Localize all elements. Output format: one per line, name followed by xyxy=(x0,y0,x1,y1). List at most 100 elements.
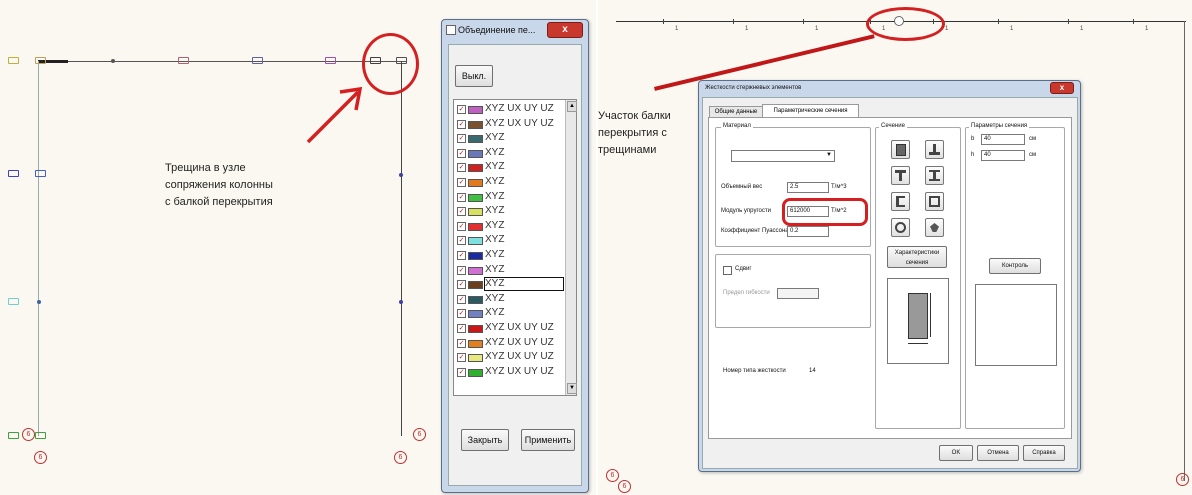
beam-tick-label: 1 xyxy=(945,26,949,32)
row-label: XYZ xyxy=(485,176,505,187)
control-button[interactable]: Контроль xyxy=(989,258,1041,274)
red-arrow xyxy=(306,86,363,144)
shear-checkbox[interactable] xyxy=(723,266,732,275)
node-number: 6 xyxy=(606,469,619,482)
reduction-input[interactable] xyxy=(777,288,819,299)
list-scrollbar[interactable]: ▲ ▼ xyxy=(565,100,577,395)
color-swatch xyxy=(468,193,483,202)
exit-button[interactable]: Выкл. xyxy=(455,65,493,87)
row-label: XYZ xyxy=(485,249,505,260)
color-swatch xyxy=(468,120,483,129)
close-icon[interactable]: x xyxy=(1050,82,1074,94)
column-dot xyxy=(37,300,41,304)
rectangle-section-icon[interactable] xyxy=(891,140,910,159)
color-swatch xyxy=(468,237,483,246)
b-input[interactable]: 40 xyxy=(981,134,1025,145)
characteristics-button[interactable]: Характеристики сечения xyxy=(887,246,947,268)
constraint-list[interactable]: ✓ XYZ UX UY UZ ✓ XYZ UX UY UZ ✓ XYZ ✓ XYZ ✓ XYZ ✓ X… xyxy=(453,99,577,396)
row-checkbox[interactable]: ✓ xyxy=(457,324,466,333)
annotation-line: трещинами xyxy=(598,144,657,156)
color-swatch xyxy=(468,368,483,377)
stiffness-number-value: 14 xyxy=(809,368,816,374)
beam-dot xyxy=(111,59,115,63)
right-column-line xyxy=(401,61,402,436)
beam-annotation: Участок балки перекрытия с трещинами xyxy=(598,108,671,159)
weight-input[interactable]: 2.5 xyxy=(787,182,829,193)
row-checkbox[interactable]: ✓ xyxy=(457,309,466,319)
scroll-up-icon[interactable]: ▲ xyxy=(567,101,577,112)
scroll-down-icon[interactable]: ▼ xyxy=(567,383,577,394)
ring-section-icon[interactable] xyxy=(891,218,910,237)
row-label: XYZ xyxy=(485,234,505,246)
color-swatch xyxy=(468,325,483,333)
support-marker xyxy=(8,432,19,439)
annotation-line: Участок балки xyxy=(598,110,671,122)
tee-inverted-section-icon[interactable] xyxy=(925,140,944,159)
color-swatch xyxy=(468,208,483,217)
left-model-view[interactable]: 6 6 6 6 Трещина в узле сопряжения колонн… xyxy=(0,0,596,495)
node-marker xyxy=(178,57,189,64)
material-select[interactable]: ▼ xyxy=(731,150,835,162)
beam-line xyxy=(38,61,406,62)
right-model-view[interactable]: 11111111 Участок балки перекрытия с трещ… xyxy=(598,0,1192,495)
help-button[interactable]: Справка xyxy=(1023,445,1065,461)
merge-dialog: Объединение пе... x Выкл. ✓ XYZ UX UY UZ ✓… xyxy=(441,19,589,493)
color-swatch xyxy=(468,179,483,187)
color-swatch xyxy=(468,164,483,173)
row-label: XYZ xyxy=(485,132,505,144)
color-swatch xyxy=(468,149,483,158)
close-button[interactable]: Закрыть xyxy=(461,429,509,451)
i-beam-section-icon[interactable] xyxy=(925,166,944,185)
row-checkbox[interactable]: ✓ xyxy=(457,148,466,158)
beam-tick-label: 1 xyxy=(745,26,749,32)
row-label: XYZ xyxy=(485,307,505,319)
node-number: 6 xyxy=(394,451,407,464)
row-checkbox[interactable]: ✓ xyxy=(457,163,466,173)
h-label: h xyxy=(971,152,975,158)
row-checkbox[interactable]: ✓ xyxy=(457,236,466,246)
section-label: Сечение xyxy=(879,123,907,129)
apply-button[interactable]: Применить xyxy=(521,429,575,451)
beam-tick xyxy=(998,19,999,24)
annotation-line: Трещина в узле xyxy=(165,162,246,174)
row-label: XYZ UX UY UZ xyxy=(485,322,554,333)
h-input[interactable]: 40 xyxy=(981,150,1025,161)
params-label: Параметры сечения xyxy=(969,123,1030,129)
row-checkbox[interactable]: ✓ xyxy=(457,280,466,290)
poisson-input[interactable]: 0.2 xyxy=(787,226,829,237)
box-section-icon[interactable] xyxy=(925,192,944,211)
stiffness-dialog: Жесткости стержневых элементов x Общие д… xyxy=(698,80,1081,472)
ok-button[interactable]: OK xyxy=(939,445,973,461)
channel-section-icon[interactable] xyxy=(891,192,910,211)
tee-section-icon[interactable] xyxy=(891,166,910,185)
row-checkbox[interactable]: ✓ xyxy=(457,207,466,217)
row-label: XYZ xyxy=(485,292,505,304)
row-checkbox[interactable]: ✓ xyxy=(457,367,466,377)
tab-content: Материал ▼ Объемный вес 2.5 Т/м^3 Модуль… xyxy=(708,117,1072,439)
color-swatch xyxy=(468,310,483,319)
color-swatch xyxy=(468,339,483,348)
row-checkbox[interactable]: ✓ xyxy=(457,265,466,275)
row-checkbox[interactable]: ✓ xyxy=(457,251,466,260)
row-checkbox[interactable]: ✓ xyxy=(457,294,466,304)
dimension-line xyxy=(930,293,931,337)
close-icon[interactable]: x xyxy=(547,22,583,38)
tab-parametric-sections[interactable]: Параметрические сечения xyxy=(762,104,859,118)
row-checkbox[interactable]: ✓ xyxy=(457,178,466,187)
stiffness-dialog-title: Жесткости стержневых элементов xyxy=(705,85,802,91)
row-checkbox[interactable]: ✓ xyxy=(457,221,466,231)
cancel-button[interactable]: Отмена xyxy=(977,445,1019,461)
row-checkbox[interactable]: ✓ xyxy=(457,353,466,363)
node-marker xyxy=(8,298,19,305)
cross-section-icon[interactable] xyxy=(925,218,944,237)
row-checkbox[interactable]: ✓ xyxy=(457,119,466,129)
beam-tick-label: 1 xyxy=(1145,26,1149,32)
row-checkbox[interactable]: ✓ xyxy=(457,105,466,114)
beam-tick xyxy=(803,19,804,24)
row-checkbox[interactable]: ✓ xyxy=(457,338,466,348)
annotation-line: с балкой перекрытия xyxy=(165,196,273,208)
row-checkbox[interactable]: ✓ xyxy=(457,192,466,202)
color-swatch xyxy=(468,252,483,260)
column-dot xyxy=(399,300,403,304)
row-checkbox[interactable]: ✓ xyxy=(457,134,466,144)
